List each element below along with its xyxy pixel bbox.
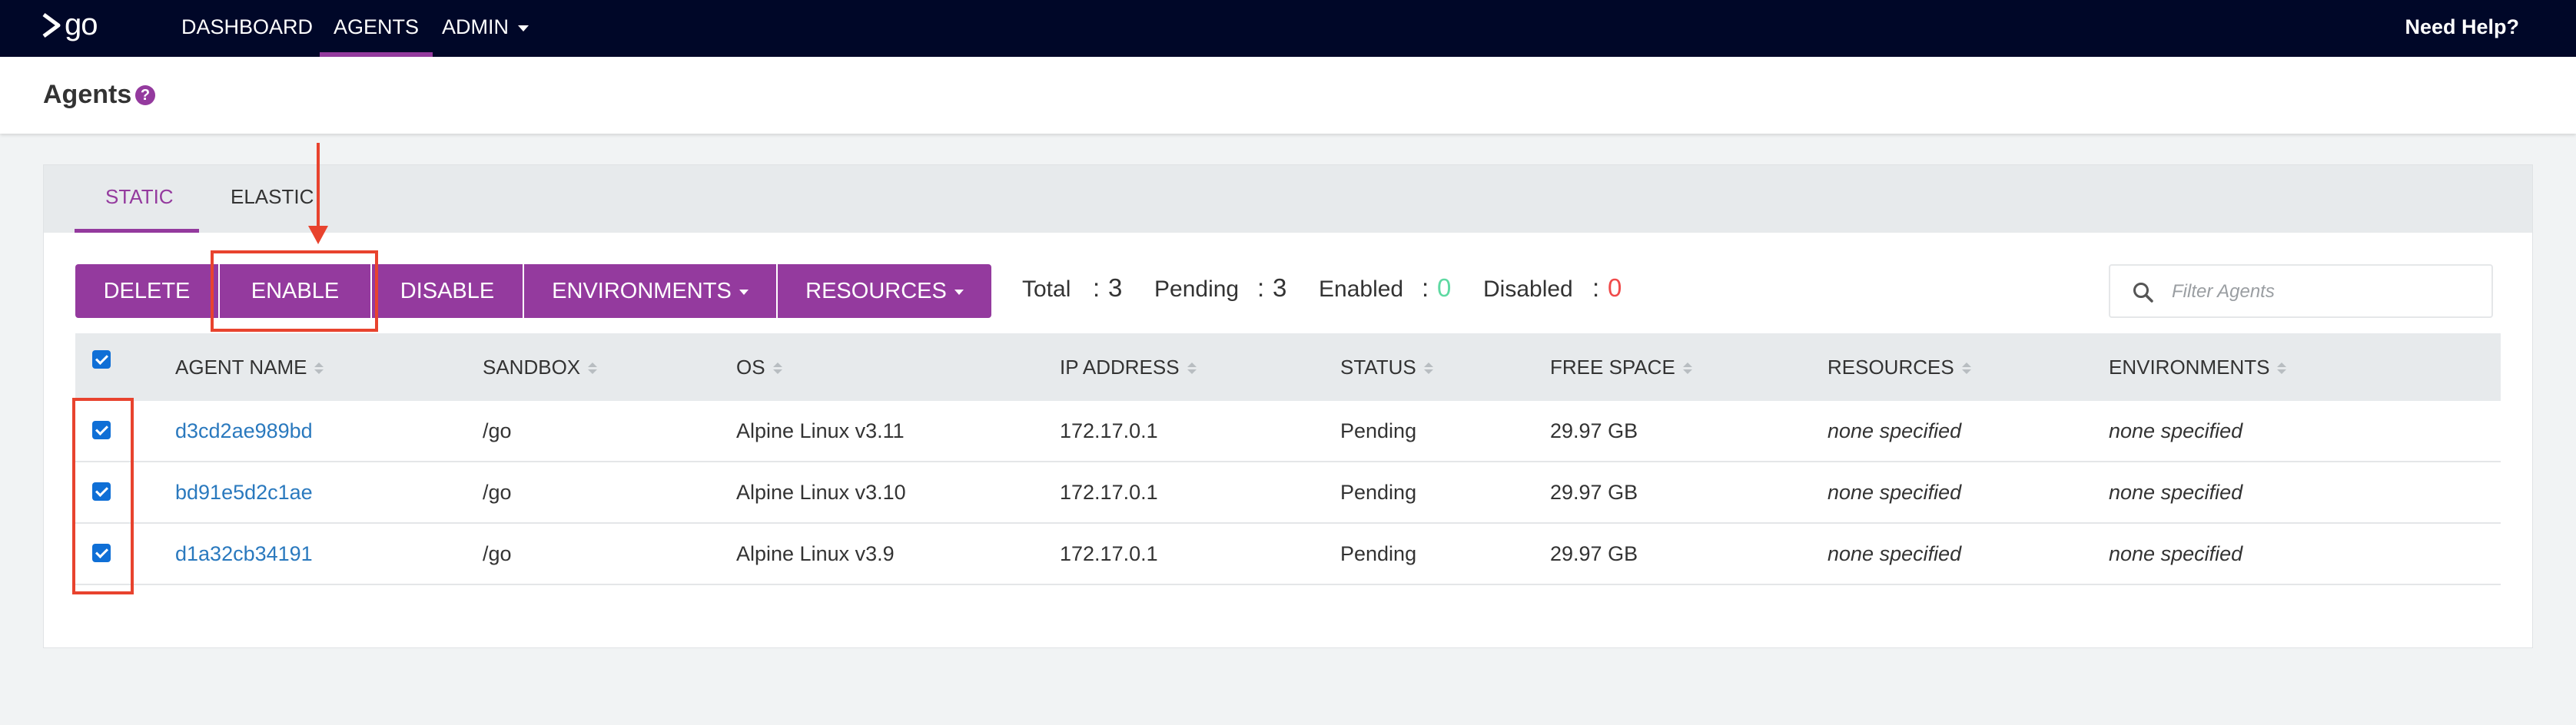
table-row: bd91e5d2c1ae /go Alpine Linux v3.10 172.… bbox=[75, 462, 2501, 524]
table-header: AGENT NAME SANDBOX OS IP ADDRESS STATUS … bbox=[75, 333, 2501, 401]
enabled-count: 0 bbox=[1437, 273, 1452, 302]
total-separator: : bbox=[1093, 273, 1100, 302]
chevron-down-icon bbox=[954, 289, 964, 295]
sort-icon bbox=[314, 362, 324, 375]
sort-icon bbox=[1187, 362, 1197, 375]
sandbox-cell: /go bbox=[483, 542, 512, 565]
environments-label: ENVIRONMENTS bbox=[552, 279, 732, 303]
nav-admin-label: ADMIN bbox=[442, 15, 509, 38]
page-header: Agents ? bbox=[0, 57, 2576, 134]
pending-label: Pending bbox=[1154, 276, 1240, 302]
resources-label: RESOURCES bbox=[805, 279, 947, 303]
free-space-cell: 29.97 GB bbox=[1550, 481, 1638, 504]
ip-address-cell: 172.17.0.1 bbox=[1060, 419, 1158, 442]
nav-admin[interactable]: ADMIN bbox=[442, 0, 529, 57]
column-header-resources[interactable]: RESOURCES bbox=[1827, 356, 1971, 379]
annotation-box-enable bbox=[211, 250, 378, 332]
tab-static[interactable]: STATIC bbox=[105, 185, 174, 209]
gocd-logo[interactable]: go bbox=[41, 8, 98, 42]
sort-icon bbox=[772, 362, 782, 375]
ip-address-cell: 172.17.0.1 bbox=[1060, 481, 1158, 504]
resources-button[interactable]: RESOURCES bbox=[778, 264, 991, 318]
column-header-environments[interactable]: ENVIRONMENTS bbox=[2109, 356, 2287, 379]
top-nav: go DASHBOARD AGENTS ADMIN Need Help? bbox=[0, 0, 2576, 57]
delete-button[interactable]: DELETE bbox=[75, 264, 218, 318]
chevron-down-icon bbox=[739, 289, 749, 295]
environments-cell: none specified bbox=[2109, 542, 2243, 565]
help-icon[interactable]: ? bbox=[135, 85, 155, 105]
agent-name-link[interactable]: d1a32cb34191 bbox=[175, 542, 313, 566]
filter-agents-box bbox=[2109, 264, 2493, 318]
column-header-ip-address[interactable]: IP ADDRESS bbox=[1060, 356, 1197, 379]
nav-agents[interactable]: AGENTS bbox=[319, 0, 433, 57]
sandbox-cell: /go bbox=[483, 419, 512, 442]
active-tab-indicator bbox=[75, 229, 199, 233]
total-label: Total bbox=[1022, 276, 1071, 302]
search-icon bbox=[2133, 283, 2153, 303]
enabled-separator: : bbox=[1422, 273, 1429, 302]
tabs-bar: STATIC ELASTIC bbox=[44, 165, 2532, 233]
status-cell: Pending bbox=[1340, 542, 1417, 565]
tab-elastic[interactable]: ELASTIC bbox=[231, 185, 314, 209]
column-header-status[interactable]: STATUS bbox=[1340, 356, 1433, 379]
resources-cell: none specified bbox=[1827, 481, 1962, 504]
free-space-cell: 29.97 GB bbox=[1550, 542, 1638, 565]
status-cell: Pending bbox=[1340, 419, 1417, 442]
filter-agents-input[interactable] bbox=[2172, 275, 2479, 309]
os-cell: Alpine Linux v3.11 bbox=[736, 419, 905, 442]
disabled-label: Disabled bbox=[1483, 276, 1573, 302]
sort-icon bbox=[1682, 362, 1692, 375]
play-icon bbox=[42, 12, 61, 38]
sort-icon bbox=[1961, 362, 1971, 375]
environments-cell: none specified bbox=[2109, 481, 2243, 504]
annotation-arrow-line bbox=[317, 143, 320, 229]
column-header-agent-name[interactable]: AGENT NAME bbox=[175, 356, 324, 379]
sort-icon bbox=[2277, 362, 2287, 375]
column-header-os[interactable]: OS bbox=[736, 356, 782, 379]
need-help-link[interactable]: Need Help? bbox=[2405, 0, 2519, 54]
page-title: Agents bbox=[43, 80, 132, 109]
resources-cell: none specified bbox=[1827, 419, 1962, 442]
sort-icon bbox=[1423, 362, 1433, 375]
pending-count: 3 bbox=[1273, 273, 1287, 302]
sort-icon bbox=[588, 362, 598, 375]
nav-dashboard[interactable]: DASHBOARD bbox=[181, 0, 313, 57]
environments-button[interactable]: ENVIRONMENTS bbox=[524, 264, 776, 318]
ip-address-cell: 172.17.0.1 bbox=[1060, 542, 1158, 565]
os-cell: Alpine Linux v3.9 bbox=[736, 542, 895, 565]
os-cell: Alpine Linux v3.10 bbox=[736, 481, 906, 504]
annotation-box-checkboxes bbox=[72, 398, 134, 594]
table-row: d3cd2ae989bd /go Alpine Linux v3.11 172.… bbox=[75, 401, 2501, 462]
disabled-separator: : bbox=[1592, 273, 1600, 302]
column-header-free-space[interactable]: FREE SPACE bbox=[1550, 356, 1692, 379]
table-row: d1a32cb34191 /go Alpine Linux v3.9 172.1… bbox=[75, 524, 2501, 585]
agent-name-link[interactable]: d3cd2ae989bd bbox=[175, 419, 313, 443]
chevron-down-icon bbox=[518, 25, 529, 31]
status-cell: Pending bbox=[1340, 481, 1417, 504]
disabled-count: 0 bbox=[1608, 273, 1622, 302]
logo-text: go bbox=[65, 8, 98, 41]
select-all-checkbox[interactable] bbox=[92, 350, 111, 369]
sandbox-cell: /go bbox=[483, 481, 512, 504]
environments-cell: none specified bbox=[2109, 419, 2243, 442]
annotation-arrow-head bbox=[308, 226, 328, 244]
pending-separator: : bbox=[1257, 273, 1265, 302]
resources-cell: none specified bbox=[1827, 542, 1962, 565]
total-count: 3 bbox=[1108, 273, 1123, 302]
disable-button[interactable]: DISABLE bbox=[372, 264, 523, 318]
free-space-cell: 29.97 GB bbox=[1550, 419, 1638, 442]
column-header-sandbox[interactable]: SANDBOX bbox=[483, 356, 598, 379]
enabled-label: Enabled bbox=[1319, 276, 1404, 302]
agent-name-link[interactable]: bd91e5d2c1ae bbox=[175, 481, 313, 505]
